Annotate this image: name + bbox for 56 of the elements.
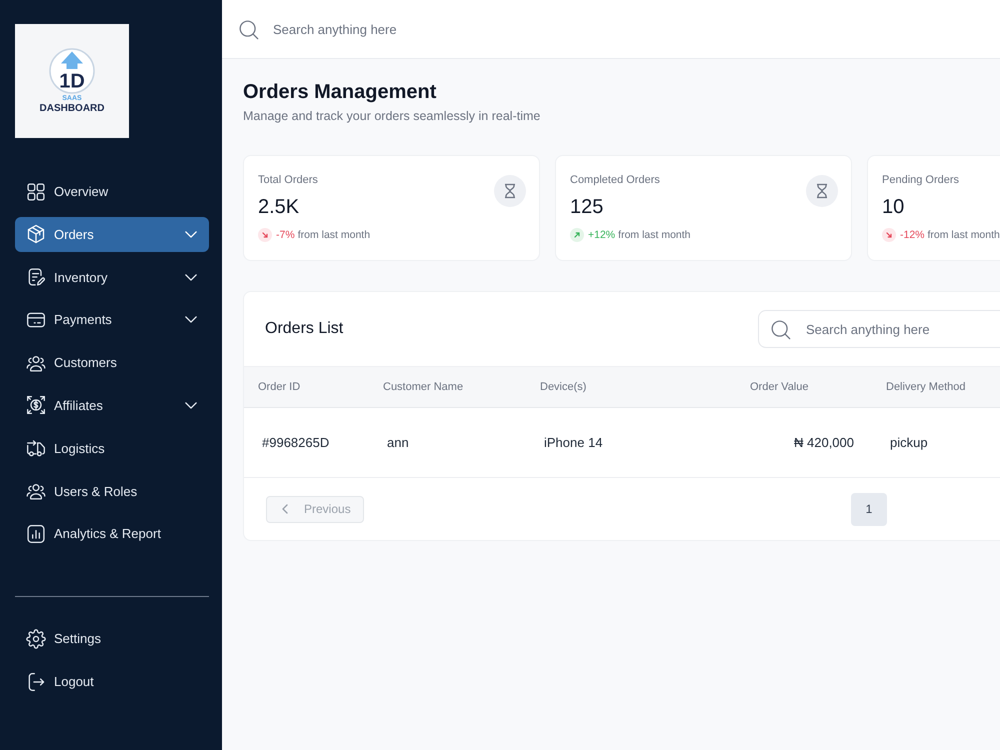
truck-icon — [26, 438, 46, 458]
page-button[interactable]: 1 — [851, 492, 887, 526]
sidebar-item[interactable]: Inventory — [15, 260, 209, 295]
page-subtitle: Manage and track your orders seamlessly in real-time — [243, 108, 542, 124]
search-icon — [770, 318, 791, 340]
bar-chart-icon — [26, 524, 46, 544]
page-title: Orders Management — [243, 80, 438, 104]
users-icon — [26, 481, 46, 502]
sidebar-item[interactable]: Orders — [15, 216, 209, 252]
sidebar-item[interactable]: Affiliates — [15, 388, 209, 423]
settings-icon — [26, 628, 46, 649]
column-header: Delivery Method — [886, 381, 966, 393]
table-cell: ₦ 420,000 — [794, 435, 854, 450]
logo-name: DASHBOARD — [40, 102, 104, 114]
change-percent: -12% — [900, 229, 925, 241]
change-note: from last month — [618, 229, 691, 241]
sidebar-item[interactable]: Payments — [15, 302, 209, 338]
column-header: Customer Name — [383, 381, 464, 393]
sidebar-item[interactable]: Users & Roles — [15, 474, 209, 509]
sidebar-item[interactable]: Overview — [15, 174, 209, 209]
sidebar-item[interactable]: Customers — [15, 345, 209, 380]
search-field[interactable]: Search anything here — [273, 19, 653, 39]
sidebar-item[interactable]: Logistics — [15, 430, 209, 466]
change-percent: -7% — [276, 229, 295, 241]
logout-icon — [26, 672, 46, 692]
change-note: from last month — [928, 229, 1000, 241]
cube-icon — [26, 224, 46, 244]
stat-label: Pending Orders — [882, 173, 960, 187]
table-cell: pickup — [890, 435, 928, 450]
column-header: Device(s) — [540, 381, 586, 393]
table-cell: ann — [387, 435, 409, 450]
search-field[interactable]: Search anything here — [758, 310, 1000, 348]
grid-icon — [26, 182, 46, 202]
change-note: from last month — [298, 229, 370, 241]
logo-mark: 1D — [49, 48, 95, 94]
stat-label: Total Orders — [258, 173, 318, 187]
document-pen-icon — [26, 267, 46, 288]
sidebar-item[interactable]: Logout — [15, 664, 209, 700]
stat-label: Completed Orders — [570, 173, 660, 187]
card-icon — [26, 310, 46, 330]
sidebar-item[interactable]: Analytics & Report — [15, 516, 209, 552]
sidebar-item[interactable]: Settings — [15, 621, 209, 656]
stat-value: 125 — [570, 195, 604, 219]
hourglass-icon — [806, 175, 838, 207]
panel-title: Orders List — [265, 319, 344, 339]
chevron-left-icon — [282, 504, 288, 514]
change-percent: +12% — [588, 229, 616, 241]
column-header: Order Value — [750, 381, 808, 393]
table-cell: iPhone 14 — [544, 435, 603, 450]
column-header: Order ID — [258, 381, 300, 393]
table-cell: #9968265D — [262, 435, 330, 450]
search-icon — [238, 18, 259, 40]
stat-value: 10 — [882, 195, 904, 219]
stat-value: 2.5K — [258, 195, 300, 219]
dollar-icon — [26, 395, 46, 416]
hourglass-icon — [494, 175, 526, 207]
